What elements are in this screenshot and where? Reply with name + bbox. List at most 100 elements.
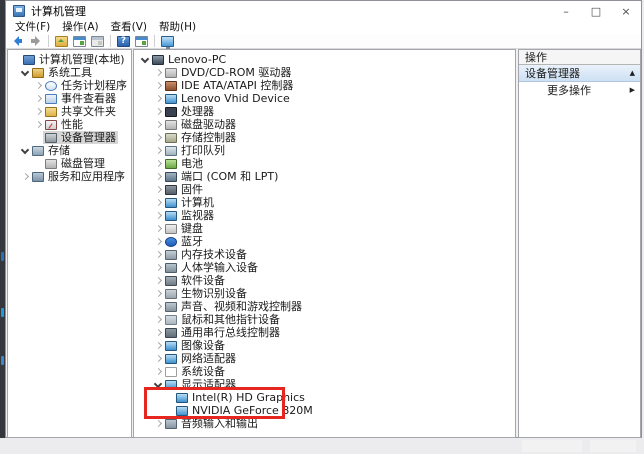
- toolbar: ?: [6, 34, 641, 49]
- chevron-expanded-icon[interactable]: [153, 378, 163, 391]
- back-icon[interactable]: [10, 35, 25, 48]
- chevron-collapsed-icon[interactable]: [33, 118, 43, 131]
- chevron-collapsed-icon[interactable]: [153, 222, 163, 235]
- chevron-collapsed-icon[interactable]: [153, 352, 163, 365]
- tree-item[interactable]: 键盘: [134, 222, 515, 235]
- tree-item[interactable]: 图像设备: [134, 339, 515, 352]
- chevron-collapsed-icon[interactable]: [153, 170, 163, 183]
- tree-item[interactable]: 固件: [134, 183, 515, 196]
- chevron-expanded-icon[interactable]: [140, 53, 150, 66]
- chevron-collapsed-icon[interactable]: [153, 313, 163, 326]
- computer-management-icon: [23, 55, 35, 65]
- tree-item[interactable]: 系统设备: [134, 365, 515, 378]
- tree-item[interactable]: 网络适配器: [134, 352, 515, 365]
- tree-item[interactable]: 蓝牙: [134, 235, 515, 248]
- chevron-expanded-icon[interactable]: [20, 66, 30, 79]
- hid-icon: [165, 263, 177, 273]
- tree-item[interactable]: 存储: [8, 144, 131, 157]
- tree-item[interactable]: DVD/CD-ROM 驱动器: [134, 66, 515, 79]
- maximize-button[interactable]: □: [581, 1, 611, 21]
- menu-help[interactable]: 帮助(H): [153, 21, 202, 34]
- tree-item[interactable]: 处理器: [134, 105, 515, 118]
- more-actions-item[interactable]: 更多操作 ▶: [519, 82, 640, 98]
- tree-item-label: 性能: [60, 118, 83, 131]
- tree-item-label: 计算机: [180, 196, 214, 209]
- chevron-collapsed-icon[interactable]: [153, 248, 163, 261]
- chevron-collapsed-icon[interactable]: [153, 261, 163, 274]
- menu-file[interactable]: 文件(F): [9, 21, 56, 34]
- tree-item-label: 服务和应用程序: [47, 170, 125, 183]
- tree-item-label: 磁盘驱动器: [180, 118, 236, 131]
- tree-item[interactable]: 系统工具: [8, 66, 131, 79]
- help-icon[interactable]: ?: [116, 35, 131, 48]
- chevron-collapsed-icon[interactable]: [153, 339, 163, 352]
- close-button[interactable]: ×: [611, 1, 641, 21]
- chevron-collapsed-icon[interactable]: [153, 92, 163, 105]
- chevron-collapsed-icon[interactable]: [153, 196, 163, 209]
- tree-item[interactable]: 监视器: [134, 209, 515, 222]
- chevron-collapsed-icon[interactable]: [153, 235, 163, 248]
- tree-item[interactable]: 共享文件夹: [8, 105, 131, 118]
- chevron-collapsed-icon[interactable]: [33, 92, 43, 105]
- chevron-collapsed-icon[interactable]: [153, 157, 163, 170]
- tree-item[interactable]: 端口 (COM 和 LPT): [134, 170, 515, 183]
- tree-item[interactable]: IDE ATA/ATAPI 控制器: [134, 79, 515, 92]
- tree-item[interactable]: NVIDIA GeForce 820M: [134, 404, 515, 417]
- menu-action[interactable]: 操作(A): [56, 21, 104, 34]
- tree-item[interactable]: 人体学输入设备: [134, 261, 515, 274]
- tree-item[interactable]: 音频输入和输出: [134, 417, 515, 430]
- chevron-collapsed-icon[interactable]: [153, 326, 163, 339]
- tree-item[interactable]: 设备管理器: [8, 131, 131, 144]
- chevron-collapsed-icon[interactable]: [153, 274, 163, 287]
- chevron-collapsed-icon[interactable]: [153, 66, 163, 79]
- tree-item[interactable]: 磁盘驱动器: [134, 118, 515, 131]
- chevron-collapsed-icon[interactable]: [153, 105, 163, 118]
- console-window-icon[interactable]: [134, 35, 149, 48]
- show-console-tree-icon[interactable]: [72, 35, 87, 48]
- tree-item[interactable]: 存储控制器: [134, 131, 515, 144]
- tree-item[interactable]: 内存技术设备: [134, 248, 515, 261]
- monitor-view-icon[interactable]: [160, 35, 175, 48]
- tree-item[interactable]: 性能: [8, 118, 131, 131]
- chevron-collapsed-icon[interactable]: [153, 183, 163, 196]
- tree-item[interactable]: 软件设备: [134, 274, 515, 287]
- chevron-collapsed-icon[interactable]: [153, 365, 163, 378]
- tree-item[interactable]: 电池: [134, 157, 515, 170]
- chevron-collapsed-icon[interactable]: [153, 79, 163, 92]
- collapse-arrow-icon[interactable]: ▲: [630, 69, 635, 77]
- tree-item-label: NVIDIA GeForce 820M: [191, 404, 313, 417]
- minimize-button[interactable]: –: [551, 1, 581, 21]
- tree-item[interactable]: 显示适配器: [134, 378, 515, 391]
- tree-item[interactable]: Lenovo-PC: [134, 53, 515, 66]
- tree-item[interactable]: 服务和应用程序: [8, 170, 131, 183]
- tree-item[interactable]: 打印队列: [134, 144, 515, 157]
- chevron-collapsed-icon[interactable]: [153, 287, 163, 300]
- tree-item[interactable]: 磁盘管理: [8, 157, 131, 170]
- tree-item[interactable]: 计算机管理(本地): [8, 53, 131, 66]
- chevron-collapsed-icon[interactable]: [153, 118, 163, 131]
- chevron-expanded-icon[interactable]: [20, 144, 30, 157]
- tree-item[interactable]: 任务计划程序: [8, 79, 131, 92]
- menu-view[interactable]: 查看(V): [105, 21, 153, 34]
- actions-section-device-manager[interactable]: 设备管理器 ▲: [519, 65, 640, 82]
- tree-item[interactable]: 生物识别设备: [134, 287, 515, 300]
- tree-item[interactable]: Intel(R) HD Graphics: [134, 391, 515, 404]
- chevron-collapsed-icon[interactable]: [33, 105, 43, 118]
- forward-icon[interactable]: [28, 35, 43, 48]
- chevron-collapsed-icon[interactable]: [20, 170, 30, 183]
- chevron-collapsed-icon[interactable]: [153, 300, 163, 313]
- tree-item[interactable]: 声音、视频和游戏控制器: [134, 300, 515, 313]
- chevron-collapsed-icon[interactable]: [153, 131, 163, 144]
- display-adapter-icon: [176, 393, 188, 403]
- tree-item[interactable]: 事件查看器: [8, 92, 131, 105]
- tree-item[interactable]: 计算机: [134, 196, 515, 209]
- chevron-collapsed-icon[interactable]: [153, 417, 163, 430]
- chevron-collapsed-icon[interactable]: [153, 209, 163, 222]
- chevron-collapsed-icon[interactable]: [33, 79, 43, 92]
- tree-item[interactable]: 通用串行总线控制器: [134, 326, 515, 339]
- up-folder-icon[interactable]: [54, 35, 69, 48]
- tree-item[interactable]: Lenovo Vhid Device: [134, 92, 515, 105]
- properties-window-icon[interactable]: [90, 35, 105, 48]
- tree-item[interactable]: 鼠标和其他指针设备: [134, 313, 515, 326]
- chevron-collapsed-icon[interactable]: [153, 144, 163, 157]
